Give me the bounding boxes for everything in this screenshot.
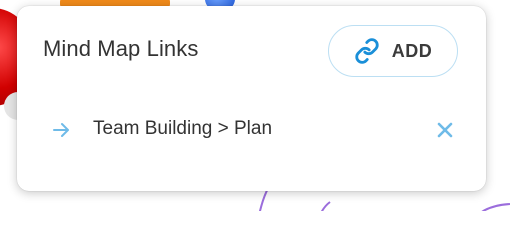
mind-map-links-panel: Mind Map Links ADD Team Building > Plan: [17, 6, 486, 191]
close-icon[interactable]: [435, 120, 455, 145]
add-link-button[interactable]: ADD: [328, 25, 458, 77]
arrow-right-icon: [51, 120, 71, 145]
panel-title: Mind Map Links: [43, 36, 199, 61]
add-button-label: ADD: [391, 40, 433, 61]
link-icon: [354, 38, 380, 64]
mind-map-canvas: Mind Map Links ADD Team Building > Plan: [0, 0, 512, 211]
link-list-item: Team Building > Plan: [17, 110, 486, 150]
link-label[interactable]: Team Building > Plan: [93, 118, 272, 140]
